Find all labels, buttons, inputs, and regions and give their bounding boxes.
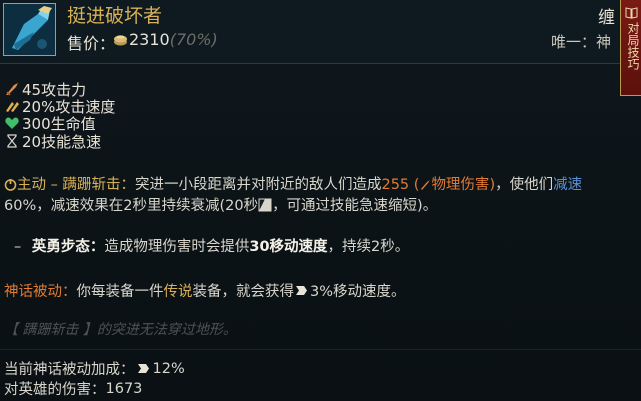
footer-divider xyxy=(0,349,641,350)
bullet-dash: – xyxy=(14,239,22,255)
champion-damage-label: 对英雄的伤害： xyxy=(4,382,106,398)
tag-unique: 唯一：神 xyxy=(551,33,612,51)
legendary-keyword: 传说 xyxy=(163,284,193,300)
heart-icon xyxy=(5,117,19,129)
tag-top: 缠 xyxy=(598,8,615,28)
mythic-passive: 神话被动：你每装备一件传说装备，就会获得 3%移动速度。 xyxy=(4,280,406,301)
move-speed-icon xyxy=(137,364,149,373)
item-name: 挺进破坏者 xyxy=(67,5,163,27)
active-prefix: 主动 – 蹒跚斩击： xyxy=(17,177,135,193)
heroic-gait-text-2: ，持续2秒。 xyxy=(327,239,410,255)
heroic-gait-bold: 30移动速度 xyxy=(249,239,328,255)
stat-text: 20技能急速 xyxy=(22,132,102,151)
move-speed-icon xyxy=(296,286,307,295)
hourglass-icon xyxy=(7,134,17,148)
header-divider xyxy=(0,63,620,64)
sword-icon xyxy=(6,83,18,96)
heroic-gait-passive: – 英勇步态：造成物理伤害时会提供30移动速度，持续2秒。 xyxy=(14,235,409,256)
item-tooltip: 挺进破坏者 售价： 2310(70%) 缠 唯一：神 对局技巧 45攻击力 20… xyxy=(0,0,641,401)
item-icon xyxy=(3,3,56,56)
mythic-text-2: 装备，就会获得 xyxy=(192,284,295,300)
item-price: 2310(70%) xyxy=(129,30,218,49)
price-label: 售价： xyxy=(67,34,116,53)
ability-text-1: 突进一小段距离并对附近的敌人们造成 xyxy=(134,177,382,193)
mythic-text-3: 。 xyxy=(391,284,406,300)
book-icon xyxy=(625,4,638,23)
match-tips-tab[interactable]: 对局技巧 xyxy=(620,0,641,96)
cooldown-icon xyxy=(258,198,272,212)
champion-damage-line: 对英雄的伤害： 1673 xyxy=(4,378,142,399)
mythic-bonus-label: 当前神话被动加成： xyxy=(4,362,135,378)
active-ability-description: 主动 – 蹒跚斩击：突进一小段距离并对附近的敌人们造成255 (物理伤害)，使他… xyxy=(4,177,583,214)
heroic-gait-text-1: 造成物理伤害时会提供 xyxy=(104,239,250,255)
slow-keyword: 减速 xyxy=(553,177,583,193)
ability-text-4: ，可通过技能急速缩短)。 xyxy=(272,198,438,214)
price-percent: (70%) xyxy=(169,30,218,49)
tooltip-header: 挺进破坏者 售价： 2310(70%) 缠 唯一：神 xyxy=(0,0,641,63)
damage-type: 物理伤害 xyxy=(431,177,490,193)
physical-damage-icon: ( xyxy=(414,177,432,193)
ability-text-2: ，使他们 xyxy=(495,177,554,193)
champion-damage-value: 1673 xyxy=(105,380,143,397)
mythic-passive-label: 神话被动： xyxy=(4,284,77,300)
attack-speed-icon xyxy=(6,102,19,112)
damage-value: 255 xyxy=(381,177,410,193)
mythic-value: 3%移动速度 xyxy=(310,284,392,300)
stat-health: 300生命值 xyxy=(4,114,96,133)
mythic-bonus-line: 当前神话被动加成： 12% xyxy=(4,358,185,379)
active-power-icon xyxy=(4,179,17,191)
mythic-bonus-value: 12% xyxy=(152,360,185,377)
ability-text-3: 60%，减速效果在2秒里持续衰减(20秒 xyxy=(4,198,259,214)
stat-ability-haste: 20技能急速 xyxy=(4,132,102,151)
flavor-text: 【 蹒跚斩击 】的突进无法穿过地形。 xyxy=(4,322,237,338)
gold-icon xyxy=(113,32,128,51)
price-value: 2310 xyxy=(129,30,170,49)
mythic-text-1: 你每装备一件 xyxy=(76,284,164,300)
match-tips-label: 对局技巧 xyxy=(626,22,640,70)
heroic-gait-name: 英勇步态： xyxy=(31,239,105,255)
